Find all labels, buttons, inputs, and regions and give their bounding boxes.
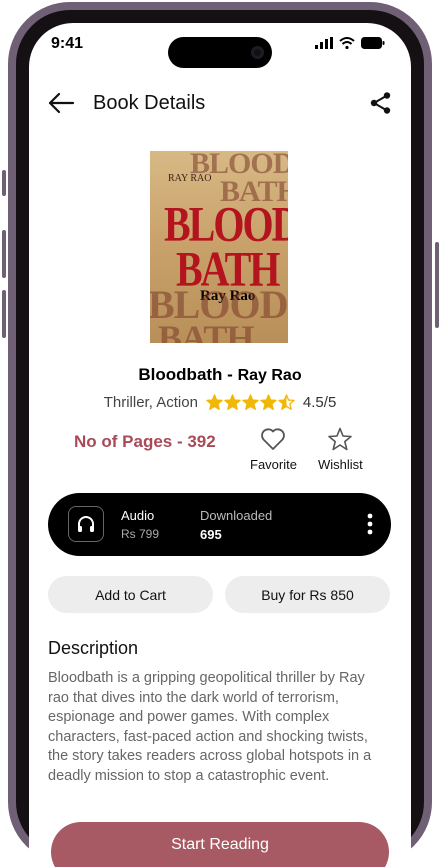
signal-icon (315, 37, 333, 49)
star-filled-icon (260, 394, 277, 410)
phone-side-button (2, 170, 6, 196)
status-icons (315, 37, 385, 49)
downloaded-label: Downloaded (200, 508, 273, 523)
audio-label: Audio (121, 508, 155, 523)
favorite-button[interactable]: Favorite (250, 427, 297, 472)
back-arrow-icon[interactable] (47, 91, 75, 115)
star-half-icon (278, 394, 295, 410)
wifi-icon (339, 37, 355, 49)
rating-stars (206, 394, 295, 411)
rating-value: 4.5/5 (302, 394, 337, 411)
wishlist-button[interactable]: Wishlist (318, 427, 363, 472)
buy-button[interactable]: Buy for Rs 850 (225, 576, 390, 613)
phone-side-button (2, 230, 6, 278)
cover-author: RAY RAO (168, 173, 212, 184)
share-icon[interactable] (369, 91, 393, 115)
audio-price: Rs 799 (121, 527, 160, 541)
dynamic-island (168, 37, 272, 68)
star-filled-icon (206, 394, 223, 410)
heart-icon (261, 428, 286, 450)
more-vertical-icon[interactable] (367, 513, 373, 535)
audio-icon-box[interactable] (68, 506, 104, 542)
star-icon (328, 427, 353, 451)
star-filled-icon (224, 394, 241, 410)
battery-icon (361, 37, 385, 49)
headphones-icon (78, 516, 94, 532)
cover-background-text: BATH (158, 318, 254, 343)
audio-card[interactable]: Audio Rs 799 Downloaded 695 (48, 493, 391, 556)
phone-side-button (2, 290, 6, 338)
page-title: Book Details (93, 92, 206, 114)
description-text: Bloodbath is a gripping geopolitical thr… (48, 670, 372, 784)
page-count: No of Pages - 392 (74, 432, 216, 451)
header: Book Details (29, 89, 411, 119)
status-time: 9:41 (51, 35, 84, 52)
book-cover[interactable]: BLOOD BATH RAY RAO BLOOD BATH Ray Rao BL… (150, 151, 288, 343)
book-author: Ray Rao (237, 367, 302, 384)
app-screen: 9:41 Book Details BLOOD BATH RAY RAO BLO… (29, 23, 411, 867)
start-reading-button[interactable]: Start Reading (51, 822, 389, 867)
book-title: Bloodbath - Ray Rao (29, 365, 411, 385)
wishlist-label: Wishlist (318, 457, 363, 472)
phone-side-button (435, 242, 439, 328)
description-heading: Description (48, 638, 139, 658)
title-separator: - (222, 365, 238, 384)
downloaded-count: 695 (200, 527, 222, 542)
star-filled-icon (242, 394, 259, 410)
add-to-cart-button[interactable]: Add to Cart (48, 576, 213, 613)
book-name: Bloodbath (138, 365, 223, 384)
book-meta: Thriller, Action 4.5/5 (29, 394, 411, 411)
book-genres: Thriller, Action (103, 394, 198, 411)
favorite-label: Favorite (250, 457, 297, 472)
camera-icon (251, 46, 264, 59)
